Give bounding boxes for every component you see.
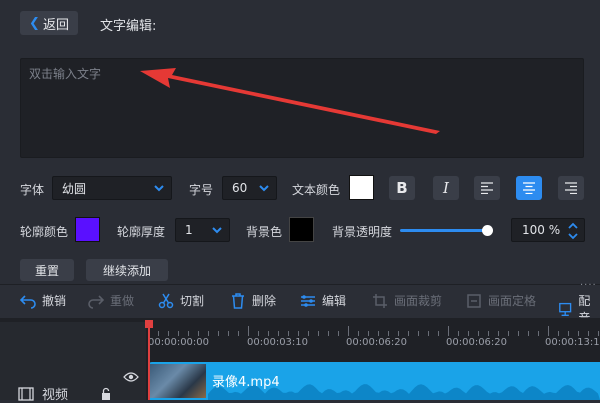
edit-button[interactable]: 编辑 — [300, 292, 346, 309]
film-icon — [18, 386, 34, 401]
bg-color-label: 背景色 — [246, 225, 283, 239]
font-value: 幼圆 — [62, 181, 87, 196]
playhead-handle[interactable] — [145, 320, 153, 328]
back-button[interactable]: ❮ 返回 — [20, 11, 78, 35]
bold-button[interactable]: B — [389, 176, 415, 200]
cut-button[interactable]: 切割 — [158, 292, 204, 309]
bg-opacity-slider-track[interactable] — [400, 229, 488, 232]
eye-icon[interactable] — [123, 371, 139, 383]
text-input-area[interactable] — [20, 58, 584, 158]
ruler-tick-label: 00:00:13:10 — [545, 337, 600, 348]
freeze-button[interactable]: 画面定格 — [466, 292, 536, 309]
outline-thickness-select[interactable]: 1 — [175, 218, 230, 242]
delete-label: 删除 — [252, 294, 277, 308]
size-select[interactable]: 60 — [222, 176, 277, 200]
align-right-button[interactable] — [558, 176, 584, 200]
align-left-button[interactable] — [474, 176, 500, 200]
freeze-frame-icon — [467, 293, 481, 308]
size-value: 60 — [232, 181, 248, 195]
lock-icon[interactable] — [101, 387, 111, 400]
sliders-icon — [301, 294, 315, 307]
undo-label: 撤销 — [42, 294, 67, 308]
italic-button[interactable]: I — [433, 176, 459, 200]
scissors-icon — [158, 293, 174, 308]
crop-button[interactable]: 画面裁剪 — [372, 292, 442, 309]
delete-button[interactable]: 删除 — [230, 292, 276, 309]
clip-name: 录像4.mp4 — [212, 375, 280, 390]
align-left-icon — [481, 182, 493, 194]
video-track-label: 视频 — [18, 384, 68, 403]
chevron-down-icon — [154, 185, 164, 192]
text-input[interactable] — [21, 59, 583, 157]
text-color-label: 文本颜色 — [292, 183, 341, 197]
stepper-arrows-icon[interactable] — [567, 222, 579, 240]
more-dots-icon[interactable]: ···· — [580, 280, 597, 291]
reset-button[interactable]: 重置 — [20, 259, 74, 281]
undo-button[interactable]: 撤销 — [20, 292, 66, 309]
outline-thickness-value: 1 — [185, 223, 193, 237]
chevron-left-icon: ❮ — [29, 15, 40, 31]
bg-opacity-stepper[interactable]: 100 % — [511, 218, 585, 242]
ruler-tick-label: 00:00:03:10 — [247, 337, 309, 348]
ruler-tick-label: 00:00:06:20 — [446, 337, 508, 348]
crop-label: 画面裁剪 — [394, 294, 443, 308]
clip-thumbnail — [150, 364, 206, 398]
dub-icon — [559, 302, 572, 316]
editor-title: 文字编辑: — [100, 19, 157, 34]
bg-color-swatch[interactable] — [289, 217, 314, 242]
text-color-swatch[interactable] — [349, 175, 374, 200]
timeline-ruler[interactable] — [148, 326, 600, 336]
align-center-button[interactable] — [516, 176, 542, 200]
playhead[interactable] — [148, 322, 150, 400]
font-label: 字体 — [20, 183, 45, 197]
outline-color-label: 轮廓颜色 — [20, 225, 69, 239]
continue-add-button[interactable]: 继续添加 — [86, 259, 168, 281]
trash-icon — [232, 292, 244, 309]
ruler-tick-label: 00:00:06:20 — [346, 337, 408, 348]
bg-opacity-value: 100 % — [522, 223, 561, 237]
outline-thickness-label: 轮廓厚度 — [117, 225, 166, 239]
chevron-down-icon — [212, 227, 222, 234]
ruler-tick-label: 00:00:00:00 — [148, 337, 210, 348]
chevron-down-icon — [259, 185, 269, 192]
redo-button[interactable]: 重做 — [88, 292, 134, 309]
align-center-icon — [523, 182, 535, 194]
back-button-label: 返回 — [42, 17, 69, 33]
bg-opacity-label: 背景透明度 — [332, 225, 393, 239]
edit-label: 编辑 — [322, 294, 347, 308]
crop-icon — [373, 293, 387, 308]
cut-label: 切割 — [180, 294, 205, 308]
undo-icon — [20, 294, 36, 309]
video-track-name: 视频 — [42, 388, 69, 403]
outline-color-swatch[interactable] — [75, 217, 100, 242]
font-select[interactable]: 幼圆 — [52, 176, 172, 200]
freeze-label: 画面定格 — [488, 294, 537, 308]
redo-label: 重做 — [110, 294, 135, 308]
redo-icon — [88, 294, 104, 309]
size-label: 字号 — [189, 183, 214, 197]
align-right-icon — [565, 182, 577, 194]
bg-opacity-slider-thumb[interactable] — [482, 225, 493, 236]
